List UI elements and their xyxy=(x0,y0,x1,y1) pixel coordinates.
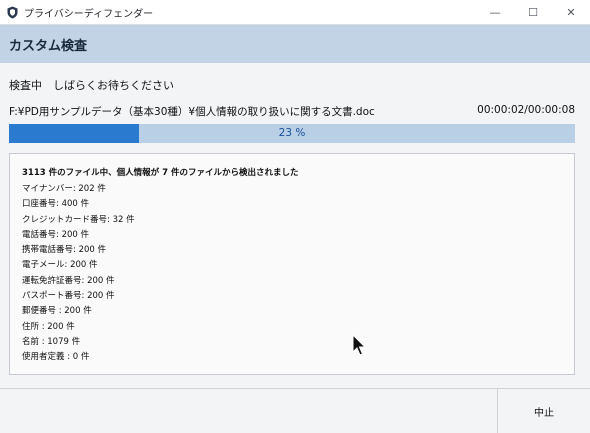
results-summary: 3113 件のファイル中、個人情報が 7 件のファイルから検出されました xyxy=(22,168,299,178)
result-item: 住所 : 200 件 xyxy=(22,321,75,332)
close-icon: ✕ xyxy=(566,5,576,19)
result-item: 携帯電話番号: 200 件 xyxy=(22,245,106,256)
result-item: 郵便番号 : 200 件 xyxy=(22,306,92,317)
stop-button[interactable]: 中止 xyxy=(498,389,590,433)
results-list: マイナンバー: 202 件 口座番号: 400 件 クレジットカード番号: 32… xyxy=(22,182,135,366)
window-controls: — ☐ ✕ xyxy=(476,0,590,24)
maximize-icon: ☐ xyxy=(528,5,538,19)
result-item: 名前 : 1079 件 xyxy=(22,336,81,347)
maximize-button[interactable]: ☐ xyxy=(514,0,552,24)
window-title: プライバシーディフェンダー xyxy=(24,8,154,20)
result-item: 運転免許証番号: 200 件 xyxy=(22,275,115,286)
minimize-button[interactable]: — xyxy=(476,0,514,24)
page-title: カスタム検査 xyxy=(9,38,88,54)
current-file-path: F:¥PD用サンプルデータ（基本30種）¥個人情報の取り扱いに関する文書.doc xyxy=(9,106,375,118)
progress-percent-label: 23 % xyxy=(278,127,306,139)
result-item: 使用者定義 : 0 件 xyxy=(22,352,90,363)
elapsed-time: 00:00:02/00:00:08 xyxy=(477,104,575,116)
result-item: クレジットカード番号: 32 件 xyxy=(22,214,135,225)
minimize-icon: — xyxy=(489,5,501,19)
result-item: パスポート番号: 200 件 xyxy=(22,291,115,302)
scan-status-text: 検査中 しばらくお待ちください xyxy=(9,79,174,92)
mouse-pointer-icon xyxy=(352,334,367,356)
close-button[interactable]: ✕ xyxy=(552,0,590,24)
results-panel: 3113 件のファイル中、個人情報が 7 件のファイルから検出されました マイナ… xyxy=(9,153,575,375)
progress-bar: 23 % xyxy=(9,124,575,143)
title-bar: プライバシーディフェンダー — ☐ ✕ xyxy=(0,0,590,25)
result-item: マイナンバー: 202 件 xyxy=(22,184,106,194)
app-window: プライバシーディフェンダー — ☐ ✕ カスタム検査 検査中 しばらくお待ちくだ… xyxy=(0,0,590,433)
result-item: 口座番号: 400 件 xyxy=(22,199,89,210)
shield-icon xyxy=(7,6,18,18)
result-item: 電話番号: 200 件 xyxy=(22,229,89,240)
page-header: カスタム検査 xyxy=(0,25,590,63)
result-item: 電子メール: 200 件 xyxy=(22,260,98,271)
